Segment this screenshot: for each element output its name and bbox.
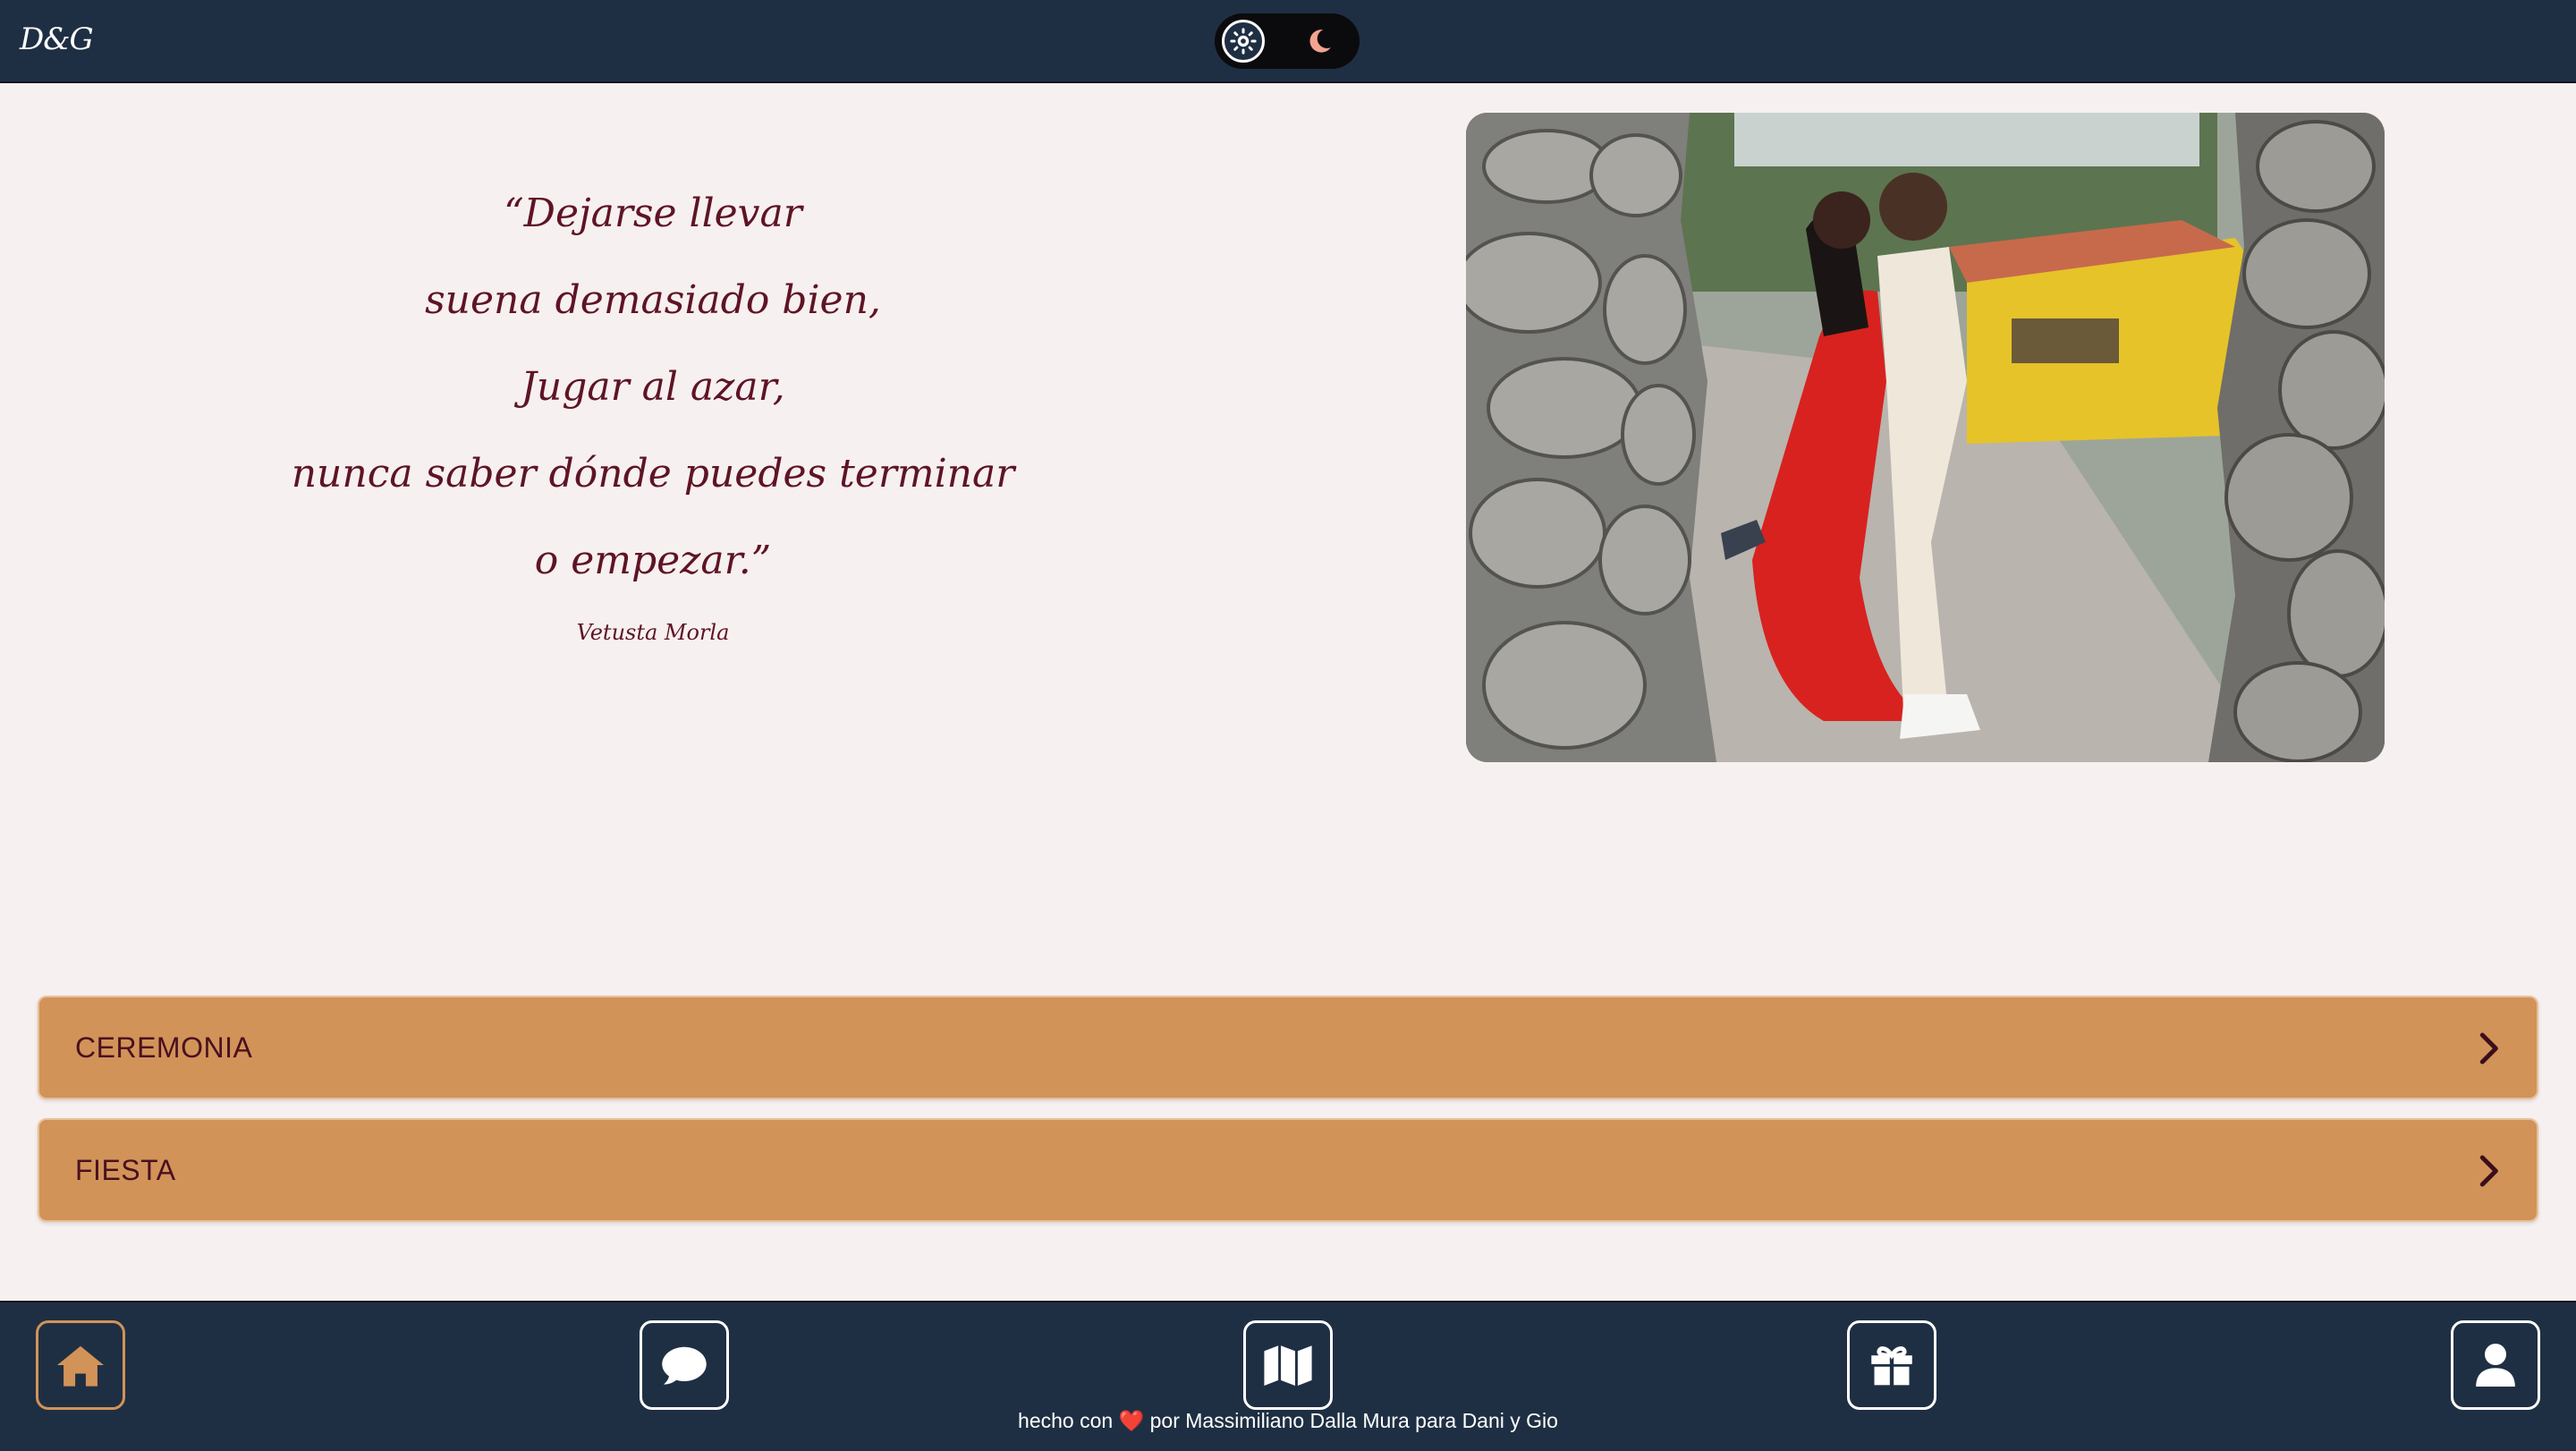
quote-author: Vetusta Morla bbox=[576, 620, 730, 645]
couple-photo bbox=[1466, 113, 2385, 762]
heart-icon: ❤️ bbox=[1118, 1409, 1145, 1432]
song-quote: “Dejarse llevar suena demasiado bien, Ju… bbox=[250, 170, 1055, 645]
footer-prefix: hecho con bbox=[1018, 1409, 1114, 1432]
sun-icon bbox=[1230, 28, 1257, 55]
quote-line: nunca saber dónde puedes terminar bbox=[291, 451, 1015, 496]
nav-gifts-button[interactable] bbox=[1847, 1320, 1936, 1410]
footer-credit: hecho con ❤️ por Massimiliano Dalla Mura… bbox=[0, 1409, 2576, 1433]
accordion-fiesta[interactable]: FIESTA bbox=[38, 1118, 2538, 1222]
accordion-label: FIESTA bbox=[75, 1154, 176, 1186]
chevron-right-icon bbox=[2479, 1032, 2498, 1065]
nav-map-button[interactable] bbox=[1243, 1320, 1333, 1410]
nav-messages-button[interactable] bbox=[640, 1320, 729, 1410]
chat-bubble-icon bbox=[662, 1346, 707, 1385]
nav-profile-button[interactable] bbox=[2451, 1320, 2540, 1410]
chevron-right-icon bbox=[2479, 1155, 2498, 1187]
quote-line: Jugar al azar, bbox=[521, 364, 785, 410]
accordion-label: CEREMONIA bbox=[75, 1031, 253, 1064]
user-icon bbox=[2476, 1344, 2515, 1387]
quote-line: suena demasiado bien, bbox=[425, 277, 881, 323]
quote-line: o empezar.” bbox=[534, 538, 772, 583]
moon-icon[interactable] bbox=[1304, 26, 1335, 56]
footer-suffix: por Massimiliano Dalla Mura para Dani y … bbox=[1149, 1409, 1558, 1432]
quote-line: “Dejarse llevar bbox=[504, 191, 802, 236]
theme-toggle-knob[interactable] bbox=[1222, 20, 1265, 63]
theme-toggle[interactable] bbox=[1215, 13, 1360, 69]
map-icon bbox=[1264, 1345, 1312, 1386]
gift-icon bbox=[1871, 1346, 1912, 1386]
home-icon bbox=[57, 1345, 104, 1387]
accordion-ceremonia[interactable]: CEREMONIA bbox=[38, 996, 2538, 1099]
brand-logo[interactable]: D&G bbox=[20, 21, 94, 57]
nav-home-button[interactable] bbox=[36, 1320, 125, 1410]
top-navbar: D&G bbox=[0, 0, 2576, 83]
